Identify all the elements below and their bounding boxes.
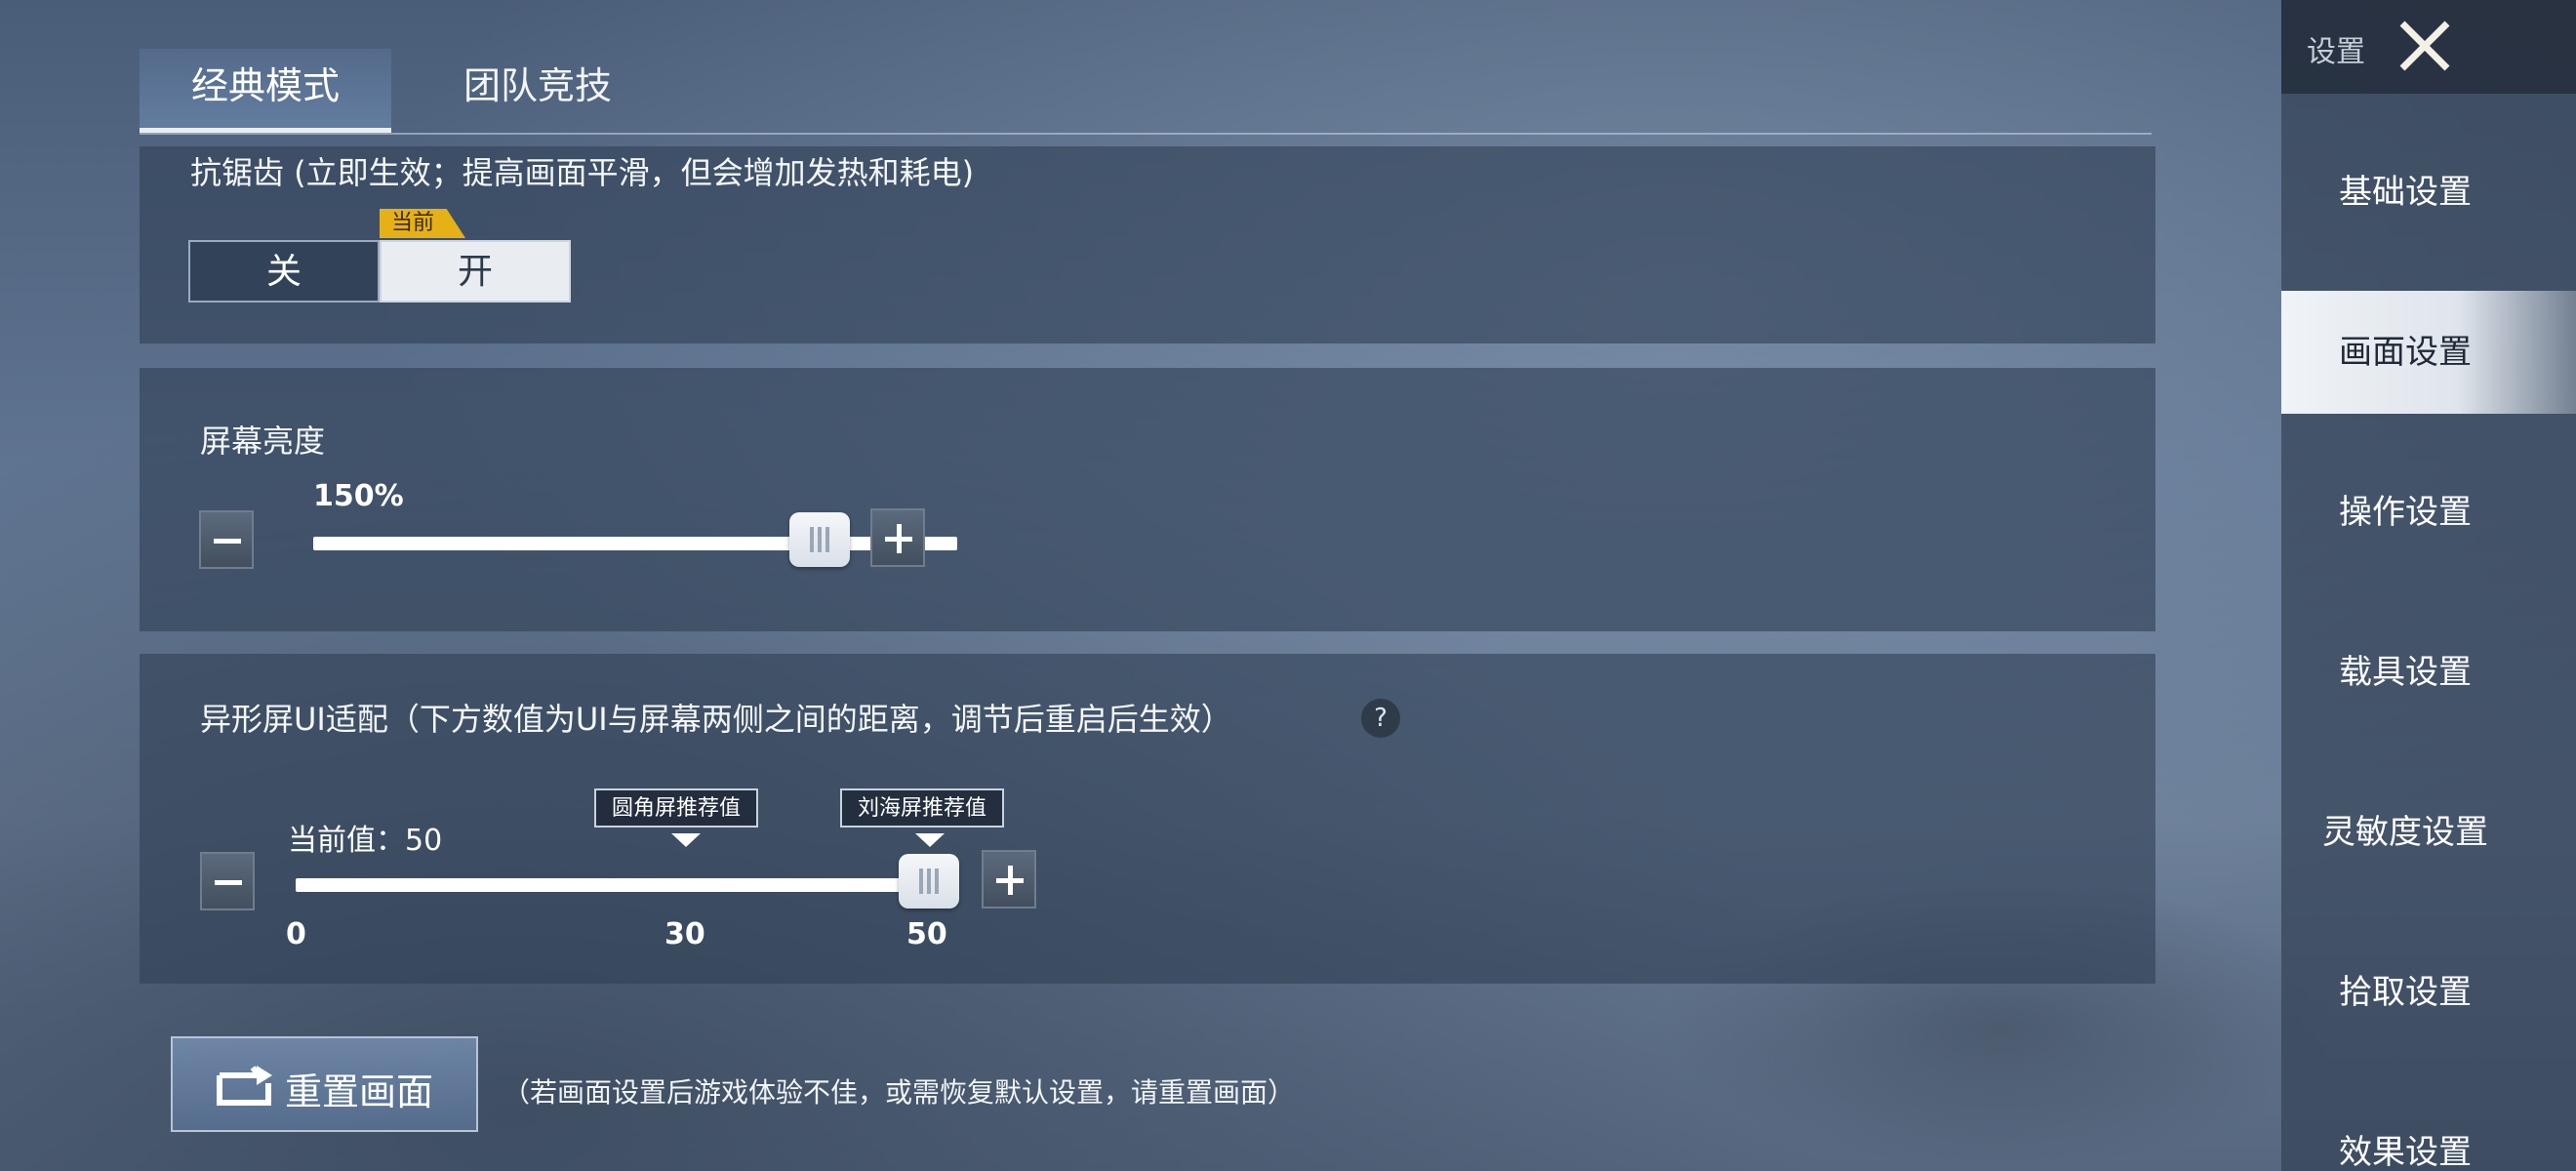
reset-graphics-button[interactable]: 重置画面 <box>171 1036 478 1132</box>
close-icon[interactable] <box>2391 12 2459 80</box>
grip-line <box>935 868 939 894</box>
sidebar-item-pickup[interactable]: 拾取设置 <box>2281 931 2576 1054</box>
brightness-slider-thumb[interactable] <box>789 512 850 567</box>
grip-line <box>818 527 822 552</box>
tab-classic-mode[interactable]: 经典模式 <box>140 49 391 133</box>
settings-sidebar: 设置 基础设置 画面设置 操作设置 载具设置 灵敏度设置 拾取设置 效果设置 <box>2281 0 2576 1171</box>
notch-screen-recommend-tag: 刘海屏推荐值 <box>840 788 1005 828</box>
notch-marker-icon <box>915 833 945 847</box>
tab-team-deathmatch[interactable]: 团队竞技 <box>391 49 684 133</box>
sidebar-item-basic[interactable]: 基础设置 <box>2281 131 2576 254</box>
help-icon[interactable]: ? <box>1361 699 1400 738</box>
anti-aliasing-label: 抗锯齿 (立即生效；提高画面平滑，但会增加发热和耗电) <box>190 154 975 191</box>
notch-ui-panel: 异形屏UI适配（下方数值为UI与屏幕两侧之间的距离，调节后重启后生效） ? 当前… <box>140 654 2155 984</box>
notch-current-value: 当前值：50 <box>288 824 443 858</box>
plus-icon-v <box>897 524 902 553</box>
grip-line <box>927 868 931 894</box>
sidebar-item-vehicle[interactable]: 载具设置 <box>2281 611 2576 734</box>
sidebar-title: 设置 <box>2307 35 2365 69</box>
current-badge: 当前 <box>380 209 465 238</box>
notch-ui-label: 异形屏UI适配（下方数值为UI与屏幕两侧之间的距离，调节后重启后生效） <box>200 701 1232 738</box>
reset-icon <box>217 1066 272 1106</box>
brightness-increase-button[interactable] <box>870 508 925 567</box>
brightness-value: 150% <box>313 479 404 513</box>
sidebar-item-controls[interactable]: 操作设置 <box>2281 451 2576 574</box>
notch-slider-track[interactable] <box>296 878 949 892</box>
reset-note: （若画面设置后游戏体验不佳，或需恢复默认设置，请重置画面） <box>503 1076 1296 1109</box>
sidebar-item-graphics[interactable]: 画面设置 <box>2281 291 2576 414</box>
settings-screen: 经典模式 团队竞技 抗锯齿 (立即生效；提高画面平滑，但会增加发热和耗电) 关 … <box>0 0 2576 1171</box>
brightness-slider-track[interactable] <box>313 537 957 550</box>
tick-label-50: 50 <box>906 917 947 951</box>
brightness-decrease-button[interactable] <box>199 510 254 569</box>
notch-decrease-button[interactable] <box>200 852 255 910</box>
rounded-marker-icon <box>671 833 701 847</box>
tabs-divider <box>140 133 2152 135</box>
tick-label-30: 30 <box>664 917 705 951</box>
anti-aliasing-toggle: 关 开 <box>188 240 571 303</box>
brightness-panel: 屏幕亮度 150% <box>140 368 2155 631</box>
reset-label: 重置画面 <box>285 1070 434 1113</box>
plus-icon-v <box>1008 866 1013 895</box>
minus-icon <box>214 539 241 544</box>
notch-slider-thumb[interactable] <box>899 854 959 909</box>
sidebar-item-sensitivity[interactable]: 灵敏度设置 <box>2281 771 2576 894</box>
anti-aliasing-panel: 抗锯齿 (立即生效；提高画面平滑，但会增加发热和耗电) 关 开 当前 <box>140 146 2155 343</box>
brightness-label: 屏幕亮度 <box>200 423 326 460</box>
sidebar-item-effects[interactable]: 效果设置 <box>2281 1091 2576 1171</box>
sidebar-header: 设置 <box>2281 0 2576 94</box>
tick-label-0: 0 <box>286 917 306 951</box>
rounded-screen-recommend-tag: 圆角屏推荐值 <box>594 788 759 828</box>
grip-line <box>919 868 923 894</box>
anti-aliasing-on-option[interactable]: 开 <box>380 240 571 303</box>
grip-line <box>825 527 829 552</box>
minus-icon <box>215 880 242 885</box>
grip-line <box>810 527 814 552</box>
anti-aliasing-off-option[interactable]: 关 <box>188 240 380 303</box>
notch-increase-button[interactable] <box>982 850 1036 909</box>
